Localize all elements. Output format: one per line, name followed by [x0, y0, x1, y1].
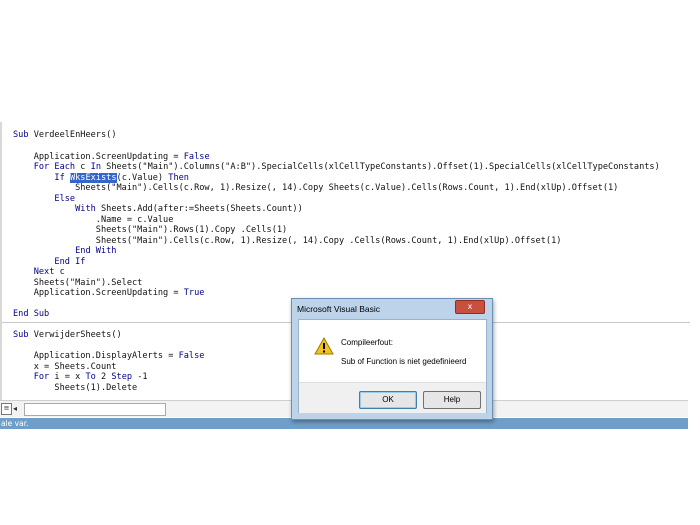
procedure-view-icon[interactable]: ≡ [1, 403, 12, 415]
code-line: Application.DisplayAlerts = False [13, 351, 205, 361]
dialog-title: Microsoft Visual Basic [297, 304, 380, 314]
scroll-left-arrow-icon[interactable]: ◂ [13, 404, 22, 413]
code-line: For Each c In Sheets("Main").Columns("A:… [33, 162, 660, 172]
close-button[interactable]: x [455, 300, 485, 314]
code-line: Sub VerwijderSheets() [13, 330, 122, 340]
dialog-message: Sub of Function is niet gedefinieerd [341, 357, 467, 366]
dialog-footer: OK Help [299, 382, 486, 413]
code-line: End Sub [13, 309, 50, 319]
ok-button[interactable]: OK [359, 391, 417, 409]
dialog-heading: Compileerfout: [341, 338, 394, 347]
code-line: x = Sheets.Count [13, 362, 117, 372]
code-line: Application.ScreenUpdating = True [13, 288, 205, 298]
code-line: End If [54, 257, 86, 267]
compile-error-dialog: Microsoft Visual Basic x Compileerfout: … [291, 298, 493, 420]
selected-identifier[interactable]: WksExists [69, 173, 117, 183]
code-line: End With [75, 246, 117, 256]
code-line: Sheets("Main").Cells(c.Row, 1).Resize(, … [13, 236, 562, 246]
code-line: For i = x To 2 Step -1 [33, 372, 148, 382]
code-line: Sheets("Main").Rows(1).Copy .Cells(1) [13, 225, 288, 235]
horizontal-scrollbar[interactable] [24, 403, 166, 416]
help-button[interactable]: Help [423, 391, 481, 409]
code-line: Sheets("Main").Cells(c.Row, 1).Resize(, … [13, 183, 619, 193]
code-line: If WksExists(c.Value) Then [54, 173, 189, 183]
warning-icon [314, 337, 334, 355]
code-line: .Name = c.Value [13, 215, 174, 225]
code-line: Sheets(1).Delete [13, 383, 138, 393]
status-text: ale var. [1, 419, 29, 428]
code-line: Else [54, 194, 76, 204]
code-line: Application.ScreenUpdating = False [13, 152, 210, 162]
code-line: Next c [33, 267, 65, 277]
code-line: Sub VerdeelEnHeers() [13, 130, 117, 140]
code-line: With Sheets.Add(after:=Sheets(Sheets.Cou… [75, 204, 303, 214]
dialog-body: Compileerfout: Sub of Function is niet g… [298, 319, 487, 413]
code-line: Sheets("Main").Select [13, 278, 143, 288]
